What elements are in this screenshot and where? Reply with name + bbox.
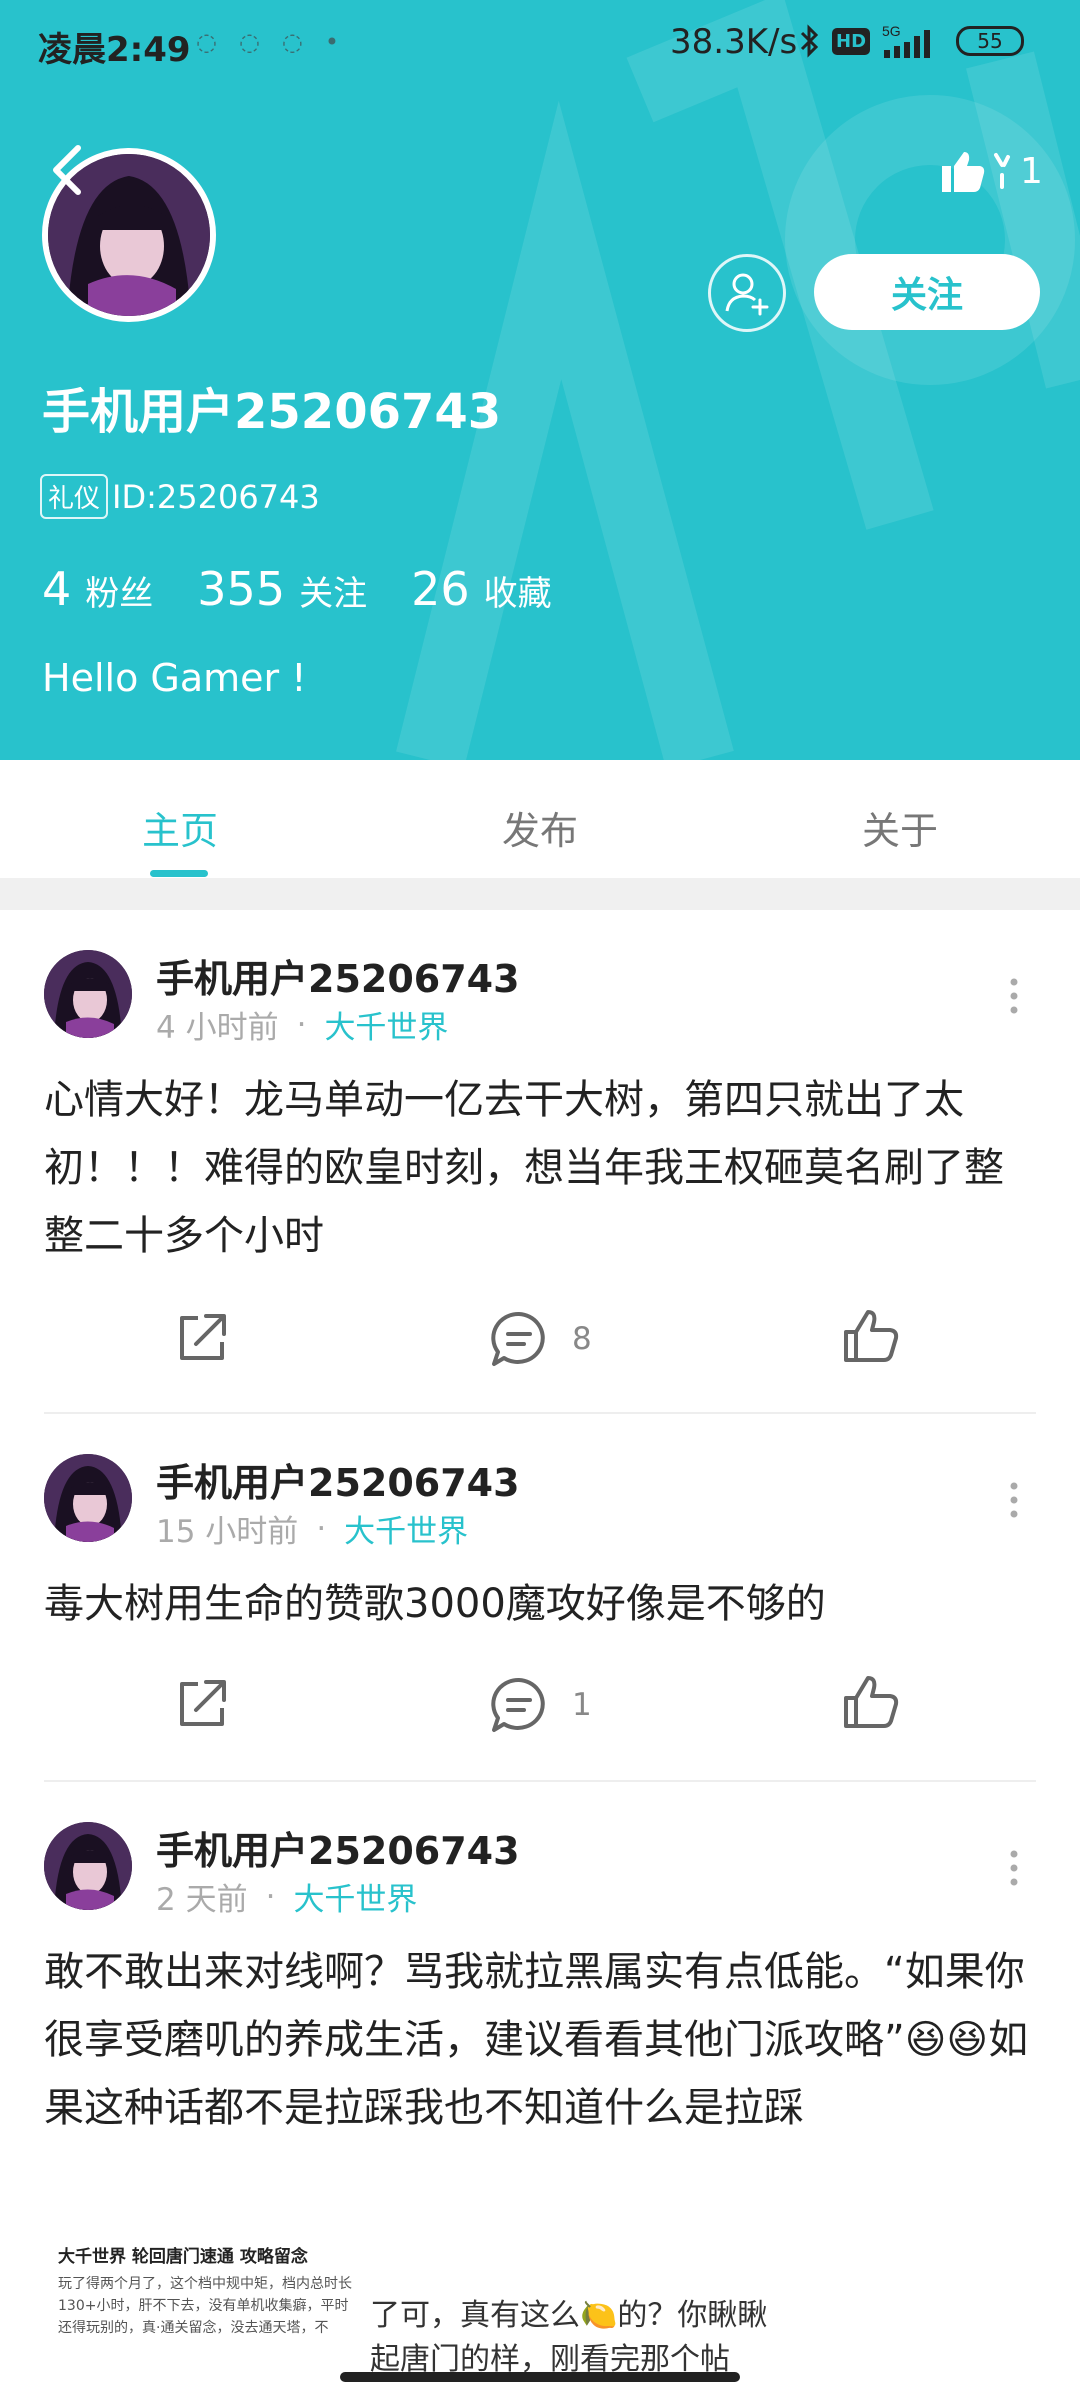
- home-indicator[interactable]: [340, 2372, 740, 2382]
- profile-tabs: 主页 发布 关于: [0, 760, 1080, 878]
- hd-icon: HD: [832, 27, 871, 55]
- post-meta: 2 天前 · 大千世界: [156, 1874, 417, 1919]
- post-avatar[interactable]: [44, 1454, 132, 1542]
- back-arrow-icon[interactable]: [44, 140, 92, 200]
- likes-counter[interactable]: 1: [940, 148, 1043, 194]
- post-actions: 8: [0, 1306, 1080, 1376]
- comment-icon: [491, 1677, 545, 1732]
- share-icon[interactable]: [172, 1306, 232, 1366]
- post-actions: 1: [0, 1672, 1080, 1742]
- more-options-icon[interactable]: [1004, 1480, 1024, 1520]
- post-time: 4 小时前: [156, 1010, 279, 1046]
- status-right-icons: HD 5G 55: [798, 22, 1025, 60]
- comment-button[interactable]: 1: [490, 1676, 592, 1734]
- tab-about[interactable]: 关于: [800, 800, 1000, 855]
- section-separator: [0, 878, 1080, 910]
- favorites-label[interactable]: 收藏: [484, 566, 552, 615]
- attachment-2-line-1: 了可，真有这么🍋的？你瞅瞅: [370, 2298, 768, 2333]
- post-image-attachment-2[interactable]: 了可，真有这么🍋的？你瞅瞅 起唐门的样，刚看完那个帖: [370, 2290, 767, 2378]
- sparkle-icon: [994, 153, 1010, 189]
- following-count[interactable]: 355: [197, 562, 285, 616]
- battery-icon: 55: [956, 26, 1025, 56]
- profile-username: 手机用户25206743: [42, 384, 502, 440]
- post-time: 2 天前: [156, 1882, 248, 1918]
- follow-button[interactable]: 关注: [814, 254, 1040, 330]
- favorites-count[interactable]: 26: [411, 562, 470, 616]
- share-icon[interactable]: [172, 1672, 232, 1732]
- more-options-icon[interactable]: [1004, 1848, 1024, 1888]
- fans-label[interactable]: 粉丝: [85, 566, 153, 615]
- profile-header: 凌晨2:49 ◌◌◌• 38.3K/s HD 5G 55 1 关注 手机用户25…: [0, 0, 1080, 760]
- more-options-icon[interactable]: [1004, 976, 1024, 1016]
- active-tab-indicator: [150, 870, 208, 877]
- post-meta: 15 小时前 · 大千世界: [156, 1506, 468, 1551]
- tab-home[interactable]: 主页: [80, 800, 280, 855]
- add-user-icon: [725, 273, 769, 316]
- meta-separator: ·: [296, 1006, 307, 1043]
- notification-icons: ◌◌◌•: [196, 28, 361, 56]
- status-bar: 凌晨2:49 ◌◌◌• 38.3K/s HD 5G 55: [0, 0, 1080, 90]
- post-content[interactable]: 毒大树用生命的赞歌3000魔攻好像是不够的: [44, 1570, 1040, 1638]
- comment-count: 8: [572, 1321, 592, 1357]
- thumbs-up-filled-icon: [942, 152, 985, 192]
- comment-count: 1: [572, 1687, 592, 1723]
- signal-5g-icon: 5G: [882, 23, 931, 58]
- following-label[interactable]: 关注: [299, 566, 367, 615]
- meta-separator: ·: [316, 1510, 327, 1547]
- likes-count: 1: [1020, 150, 1043, 192]
- post-divider: [44, 1412, 1036, 1414]
- thumbs-up-icon[interactable]: [842, 1306, 900, 1364]
- post-forum[interactable]: 大千世界: [344, 1506, 468, 1551]
- profile-bio: Hello Gamer !: [42, 656, 307, 700]
- post-forum[interactable]: 大千世界: [293, 1874, 417, 1919]
- profile-stats: 4 粉丝 355 关注 26 收藏: [42, 562, 596, 616]
- comment-button[interactable]: 8: [490, 1310, 592, 1368]
- post-divider: [44, 1780, 1036, 1782]
- meta-separator: ·: [265, 1878, 276, 1915]
- tab-posts[interactable]: 发布: [440, 800, 640, 855]
- post-avatar[interactable]: [44, 1822, 132, 1910]
- thumbs-up-icon[interactable]: [842, 1672, 900, 1730]
- attachment-text: 玩了得两个月了，这个档中规中矩，档内总时长130+小时，肝不下去，没有单机收集癖…: [58, 2276, 352, 2336]
- post-author[interactable]: 手机用户25206743: [156, 1820, 520, 1875]
- post-meta: 4 小时前 · 大千世界: [156, 1002, 448, 1047]
- attachment-title: 大千世界 轮回唐门速通 攻略留念: [58, 2247, 308, 2267]
- user-badge[interactable]: 礼仪: [40, 474, 109, 519]
- post-time: 15 小时前: [156, 1514, 299, 1550]
- status-time: 凌晨2:49: [38, 30, 191, 70]
- post-forum[interactable]: 大千世界: [324, 1002, 448, 1047]
- post-author[interactable]: 手机用户25206743: [156, 948, 520, 1003]
- post-author[interactable]: 手机用户25206743: [156, 1452, 520, 1507]
- bluetooth-icon: [800, 24, 819, 58]
- badge-row: 礼仪 ID:25206743: [40, 474, 320, 519]
- post-image-attachment[interactable]: 大千世界 轮回唐门速通 攻略留念 玩了得两个月了，这个档中规中矩，档内总时长13…: [44, 2222, 364, 2362]
- fans-count[interactable]: 4: [42, 562, 71, 616]
- post-content[interactable]: 心情大好！龙马单动一亿去干大树，第四只就出了太初！！！难得的欧皇时刻，想当年我王…: [44, 1066, 1040, 1270]
- post-content[interactable]: 敢不敢出来对线啊？骂我就拉黑属实有点低能。“如果你很享受磨叽的养成生活，建议看看…: [44, 1938, 1040, 2142]
- comment-icon: [491, 1311, 545, 1366]
- post-avatar[interactable]: [44, 950, 132, 1038]
- add-friend-button[interactable]: [708, 254, 786, 332]
- network-speed: 38.3K/s: [670, 22, 798, 62]
- svg-text:5G: 5G: [882, 23, 901, 39]
- user-id: ID:25206743: [112, 477, 320, 516]
